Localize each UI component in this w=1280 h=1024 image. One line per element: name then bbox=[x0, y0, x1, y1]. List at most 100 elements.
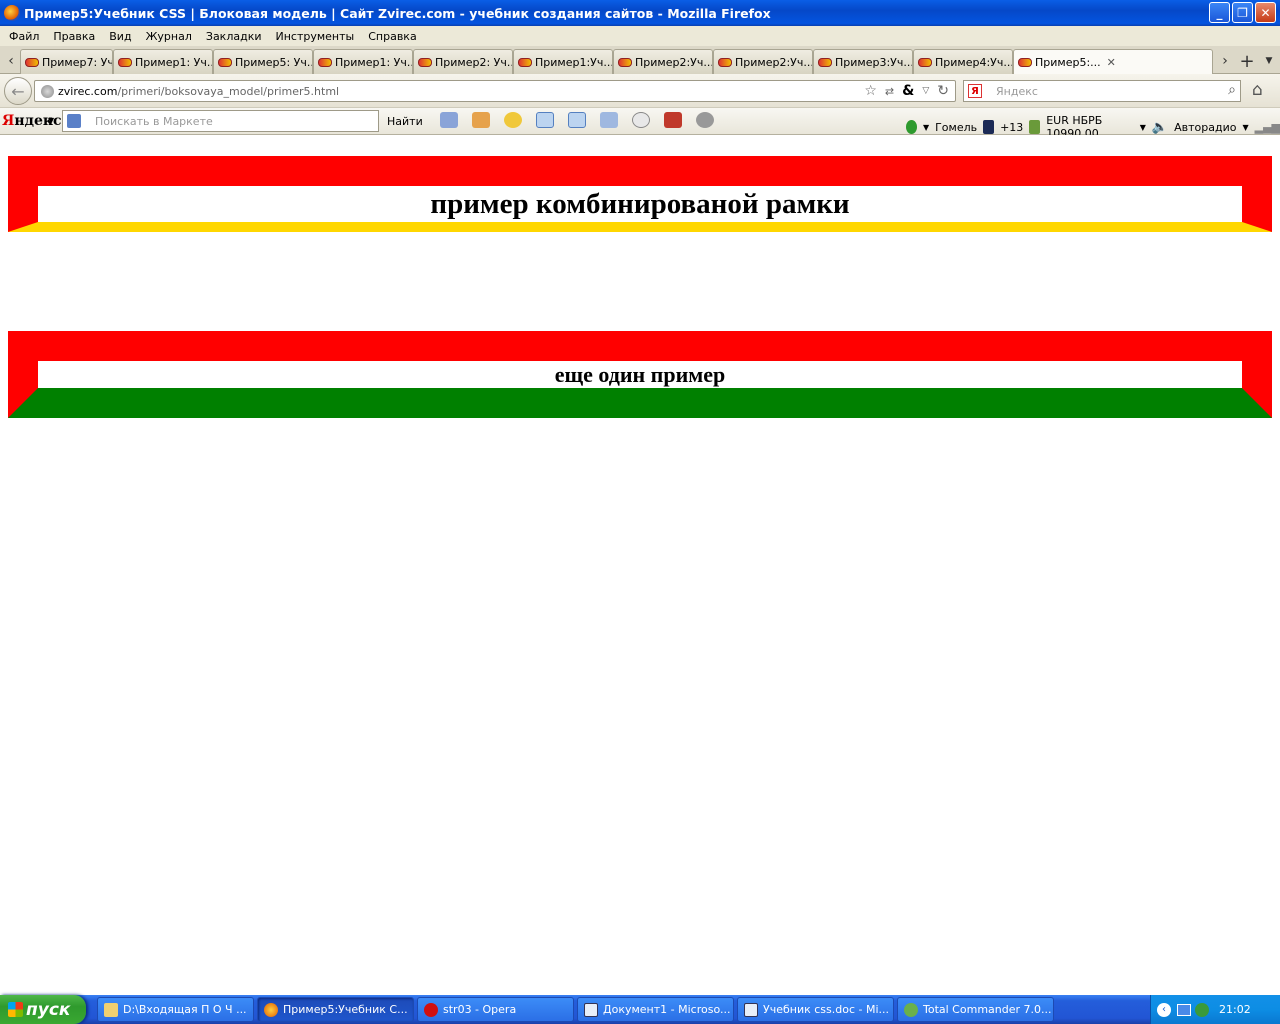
tab-favicon-icon bbox=[618, 57, 632, 67]
antivirus-icon[interactable] bbox=[1195, 1002, 1209, 1017]
translate-icon[interactable]: ⇄ bbox=[885, 85, 894, 98]
taskbar-button-total-commander[interactable]: Total Commander 7.0... bbox=[897, 997, 1054, 1022]
tab-scroll-left-icon[interactable]: ‹ bbox=[2, 50, 20, 72]
url-bar[interactable]: zvirec.com/primeri/boksovaya_model/prime… bbox=[34, 80, 956, 102]
taskbar-button-word-css[interactable]: Учебник css.doc - Mi... bbox=[737, 997, 894, 1022]
tab[interactable]: Пример1: Уч... bbox=[313, 49, 413, 74]
fotki-icon[interactable] bbox=[472, 112, 490, 128]
url-host: zvirec.com bbox=[58, 84, 118, 98]
tab-list-icon[interactable]: ▼ bbox=[1260, 50, 1278, 72]
taskbar-button-opera[interactable]: str03 - Opera bbox=[417, 997, 574, 1022]
url-text: zvirec.com/primeri/boksovaya_model/prime… bbox=[58, 85, 339, 98]
window-controls: _ ❐ ✕ bbox=[1209, 2, 1276, 23]
currency-dropdown-icon[interactable]: ▼ bbox=[1140, 123, 1146, 132]
restore-button[interactable]: ❐ bbox=[1232, 2, 1253, 23]
translate-tool-icon[interactable] bbox=[568, 112, 586, 128]
menu-help[interactable]: Справка bbox=[361, 30, 423, 43]
tab[interactable]: Пример3:Уч... bbox=[813, 49, 913, 74]
settings-gear-icon[interactable] bbox=[696, 112, 714, 128]
market-search-input[interactable]: Поискать в Маркете bbox=[62, 110, 379, 132]
taskbar-label: Документ1 - Microso... bbox=[603, 1003, 731, 1016]
tray-expand-icon[interactable]: ‹ bbox=[1157, 1002, 1171, 1017]
tab[interactable]: Пример2: Уч... bbox=[413, 49, 513, 74]
taskbar-button-word-doc1[interactable]: Документ1 - Microso... bbox=[577, 997, 734, 1022]
menu-history[interactable]: Журнал bbox=[139, 30, 199, 43]
spellcheck-icon[interactable] bbox=[536, 112, 554, 128]
taskbar-label: str03 - Opera bbox=[443, 1003, 517, 1016]
window-title: Пример5:Учебник CSS | Блоковая модель | … bbox=[24, 5, 771, 21]
tab[interactable]: Пример2:Уч... bbox=[613, 49, 713, 74]
taskbar-button-folder[interactable]: D:\Входящая П О Ч ... bbox=[97, 997, 254, 1022]
tab-active[interactable]: Пример5:... ✕ bbox=[1013, 49, 1213, 75]
url-bar-icons: ☆ ⇄ & ▽ ↻ bbox=[864, 83, 949, 99]
tab-label: Пример3:Уч... bbox=[835, 55, 913, 69]
site-identity-icon[interactable] bbox=[41, 84, 54, 98]
network-icon[interactable] bbox=[1177, 1003, 1191, 1016]
clock[interactable]: 21:02 bbox=[1219, 1003, 1251, 1016]
weather-icon bbox=[983, 120, 995, 134]
tab-label: Пример5: Уч... bbox=[235, 55, 313, 69]
key-dropdown-icon[interactable]: ▼ bbox=[923, 123, 929, 132]
comment-icon[interactable] bbox=[632, 112, 650, 128]
radio-dropdown-icon[interactable]: ▼ bbox=[1242, 123, 1248, 132]
tab[interactable]: Пример4:Уч... bbox=[913, 49, 1013, 74]
find-button[interactable]: Найти bbox=[387, 115, 423, 128]
back-button[interactable]: ← bbox=[4, 77, 32, 105]
yandex-logo-red: Я bbox=[2, 113, 15, 129]
ampersand-icon[interactable]: & bbox=[902, 83, 914, 99]
menu-view[interactable]: Вид bbox=[102, 30, 138, 43]
home-icon[interactable]: ⌂ bbox=[1252, 80, 1263, 100]
bookmarks-star-icon[interactable] bbox=[504, 112, 522, 128]
tab-close-icon[interactable]: ✕ bbox=[1107, 56, 1116, 69]
tab[interactable]: Пример1: Уч... bbox=[113, 49, 213, 74]
windows-logo-icon bbox=[8, 1002, 23, 1017]
url-dropdown-icon[interactable]: ▽ bbox=[922, 86, 929, 96]
menu-edit[interactable]: Правка bbox=[46, 30, 102, 43]
search-bar[interactable]: Я Яндекс ⌕ bbox=[963, 80, 1241, 102]
city-label[interactable]: Гомель bbox=[935, 121, 977, 134]
signal-bars-icon: ▂▄▆ bbox=[1254, 120, 1280, 134]
tab-scroll-right-icon[interactable]: › bbox=[1216, 50, 1234, 72]
tab-label: Пример1: Уч... bbox=[135, 55, 213, 69]
tab-label: Пример2:Уч... bbox=[635, 55, 713, 69]
tab[interactable]: Пример1:Уч... bbox=[513, 49, 613, 74]
menu-bookmarks[interactable]: Закладки bbox=[199, 30, 269, 43]
tab-favicon-icon bbox=[518, 57, 532, 67]
bookmark-star-icon[interactable]: ☆ bbox=[864, 83, 877, 99]
window-titlebar: Пример5:Учебник CSS | Блоковая модель | … bbox=[0, 0, 1280, 26]
tab[interactable]: Пример2:Уч... bbox=[713, 49, 813, 74]
dictionary-icon[interactable] bbox=[600, 112, 618, 128]
reload-icon[interactable]: ↻ bbox=[937, 83, 949, 99]
tab-label: Пример1:Уч... bbox=[535, 55, 613, 69]
radio-label[interactable]: Авторадио bbox=[1174, 121, 1236, 134]
word-icon bbox=[744, 1002, 758, 1017]
menu-file[interactable]: Файл bbox=[2, 30, 46, 43]
search-icon[interactable]: ⌕ bbox=[1228, 82, 1236, 98]
yandex-menu-arrow-icon[interactable]: ▼ bbox=[48, 116, 54, 125]
start-label: пуск bbox=[26, 999, 71, 1020]
weather-temp[interactable]: +13 bbox=[1000, 121, 1023, 134]
key-icon[interactable] bbox=[906, 120, 917, 134]
cube-icon[interactable] bbox=[664, 112, 682, 128]
total-commander-icon bbox=[904, 1002, 918, 1017]
start-button[interactable]: пуск bbox=[0, 995, 86, 1024]
tab[interactable]: Пример7: Уч... bbox=[20, 49, 113, 74]
yandex-engine-icon[interactable]: Я bbox=[968, 84, 982, 98]
system-tray: ‹ 21:02 bbox=[1150, 995, 1280, 1024]
new-tab-icon[interactable]: + bbox=[1238, 50, 1256, 72]
url-path: /primeri/boksovaya_model/primer5.html bbox=[117, 84, 340, 98]
close-button[interactable]: ✕ bbox=[1255, 2, 1276, 23]
tab-label: Пример4:Уч... bbox=[935, 55, 1013, 69]
opera-icon bbox=[424, 1002, 438, 1017]
minimize-button[interactable]: _ bbox=[1209, 2, 1230, 23]
mail-icon[interactable] bbox=[440, 112, 458, 128]
tab-favicon-icon bbox=[718, 57, 732, 67]
tab[interactable]: Пример5: Уч... bbox=[213, 49, 313, 74]
speaker-icon[interactable]: 🔈 bbox=[1152, 120, 1168, 135]
taskbar-label: Пример5:Учебник C... bbox=[283, 1003, 408, 1016]
tab-favicon-icon bbox=[1018, 58, 1032, 67]
taskbar-button-firefox[interactable]: Пример5:Учебник C... bbox=[257, 997, 414, 1022]
menu-tools[interactable]: Инструменты bbox=[269, 30, 362, 43]
navigation-bar: ← zvirec.com/primeri/boksovaya_model/pri… bbox=[0, 74, 1280, 108]
combined-border-box: пример комбинированой рамки bbox=[8, 156, 1272, 232]
